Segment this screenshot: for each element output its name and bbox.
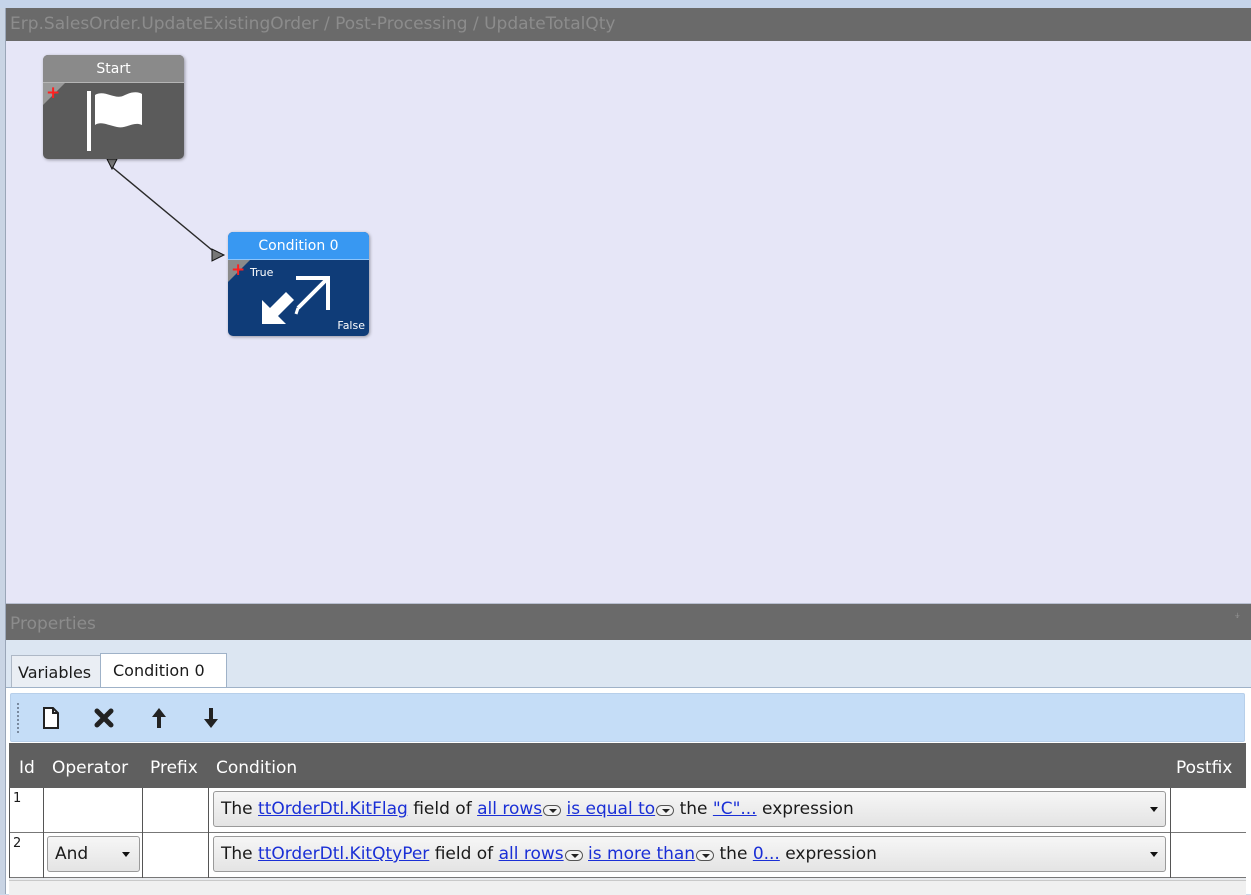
field-link[interactable]: ttOrderDtl.KitQtyPer bbox=[258, 844, 429, 864]
condition-editor[interactable]: The ttOrderDtl.KitQtyPer field of all ro… bbox=[213, 836, 1166, 872]
column-operator[interactable]: Operator bbox=[52, 758, 128, 778]
properties-header: Properties ⍖ bbox=[6, 604, 1251, 640]
comparison-link[interactable]: is more than bbox=[588, 844, 695, 864]
value-link[interactable]: "C"... bbox=[713, 799, 757, 819]
row-operator[interactable] bbox=[44, 788, 143, 833]
delete-icon[interactable] bbox=[89, 702, 119, 734]
rows-dropdown-icon[interactable] bbox=[543, 805, 562, 816]
flag-icon bbox=[87, 91, 142, 151]
row-postfix[interactable] bbox=[1171, 833, 1246, 878]
comparison-dropdown-icon[interactable] bbox=[696, 850, 715, 861]
condition-text: The bbox=[221, 844, 259, 864]
workflow-canvas[interactable]: Start + Condition 0 + True False bbox=[6, 41, 1251, 604]
rows-link[interactable]: all rows bbox=[499, 844, 564, 864]
condition-text: field of bbox=[407, 799, 478, 819]
condition-text: field of bbox=[429, 844, 499, 864]
comparison-dropdown-icon[interactable] bbox=[656, 805, 675, 816]
connector-line bbox=[106, 158, 226, 262]
column-postfix[interactable]: Postfix bbox=[1176, 758, 1232, 778]
condition-text: expression bbox=[779, 844, 877, 864]
condition-node-body: + True False bbox=[228, 260, 369, 336]
move-down-icon[interactable] bbox=[196, 702, 226, 734]
row-condition: The ttOrderDtl.KitQtyPer field of all ro… bbox=[209, 833, 1171, 878]
move-up-icon[interactable] bbox=[144, 702, 174, 734]
chevron-down-icon[interactable] bbox=[122, 852, 130, 857]
properties-tabs: Variables Condition 0 bbox=[6, 640, 1251, 688]
value-link[interactable]: 0... bbox=[753, 844, 780, 864]
conditions-grid: Id Operator Prefix Condition Postfix 1 T… bbox=[9, 743, 1246, 895]
condition-text: the bbox=[674, 799, 713, 819]
column-condition[interactable]: Condition bbox=[216, 758, 297, 778]
row-postfix[interactable] bbox=[1171, 788, 1246, 833]
start-node-title: Start bbox=[43, 55, 184, 83]
grid-header: Id Operator Prefix Condition Postfix bbox=[9, 743, 1246, 788]
chevron-down-icon[interactable] bbox=[1150, 807, 1158, 812]
pin-icon[interactable]: ⍖ bbox=[1234, 608, 1241, 622]
operator-select[interactable]: And bbox=[47, 836, 140, 872]
row-operator: And bbox=[44, 833, 143, 878]
workflow-breadcrumb: Erp.SalesOrder.UpdateExistingOrder / Pos… bbox=[6, 8, 1251, 41]
tab-variables[interactable]: Variables bbox=[11, 655, 102, 688]
new-icon[interactable] bbox=[36, 702, 66, 734]
comparison-link[interactable]: is equal to bbox=[567, 799, 656, 819]
operator-value: And bbox=[55, 844, 89, 864]
condition-text: the bbox=[714, 844, 753, 864]
condition-panel: Id Operator Prefix Condition Postfix 1 T… bbox=[6, 687, 1251, 895]
column-prefix[interactable]: Prefix bbox=[150, 758, 198, 778]
chevron-down-icon[interactable] bbox=[1150, 852, 1158, 857]
new-row-area[interactable] bbox=[9, 880, 1246, 895]
condition-node-title: Condition 0 bbox=[228, 232, 369, 260]
column-id[interactable]: Id bbox=[19, 758, 35, 778]
toolbar-grip[interactable] bbox=[17, 703, 20, 733]
field-link[interactable]: ttOrderDtl.KitFlag bbox=[258, 799, 408, 819]
row-prefix[interactable] bbox=[143, 788, 209, 833]
condition-node[interactable]: Condition 0 + True False bbox=[228, 232, 369, 336]
row-condition: The ttOrderDtl.KitFlag field of all rows… bbox=[209, 788, 1171, 833]
row-prefix[interactable] bbox=[143, 833, 209, 878]
condition-text: expression bbox=[756, 799, 854, 819]
tab-condition-0[interactable]: Condition 0 bbox=[100, 653, 227, 688]
table-row[interactable]: 2 And The ttOrderDtl.KitQtyPer field of … bbox=[9, 833, 1246, 878]
condition-toolbar bbox=[10, 693, 1245, 742]
condition-text: The bbox=[221, 799, 259, 819]
condition-editor[interactable]: The ttOrderDtl.KitFlag field of all rows… bbox=[213, 791, 1166, 827]
condition-arrows-icon bbox=[262, 276, 330, 324]
properties-title: Properties bbox=[10, 614, 96, 634]
row-id: 1 bbox=[9, 788, 44, 833]
row-id: 2 bbox=[9, 833, 44, 878]
rows-link[interactable]: all rows bbox=[477, 799, 542, 819]
start-node[interactable]: Start + bbox=[43, 55, 184, 159]
rows-dropdown-icon[interactable] bbox=[564, 850, 583, 861]
start-node-body: + bbox=[43, 83, 184, 159]
table-row[interactable]: 1 The ttOrderDtl.KitFlag field of all ro… bbox=[9, 788, 1246, 833]
window-top-strip bbox=[0, 0, 1251, 8]
